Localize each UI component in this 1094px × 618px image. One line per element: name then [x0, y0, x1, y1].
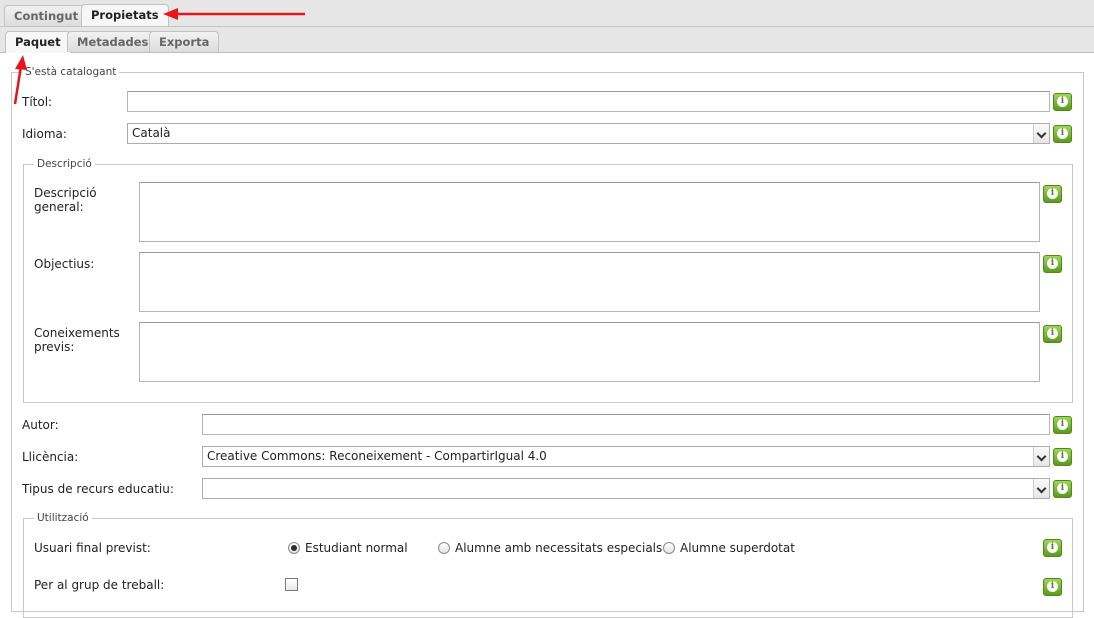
radio-special-needs[interactable]	[438, 542, 450, 554]
general-description-label-line2: general:	[34, 200, 84, 214]
tab-metadades[interactable]: Metadades	[67, 31, 159, 52]
radio-normal-student[interactable]	[288, 542, 300, 554]
tab-exporta[interactable]: Exporta	[149, 31, 220, 52]
general-description-info-icon[interactable]	[1043, 185, 1062, 203]
general-description-textarea[interactable]	[139, 182, 1040, 242]
author-label: Autor:	[22, 418, 59, 432]
prior-knowledge-label-line2: previs:	[34, 340, 75, 354]
objectives-label: Objectius:	[34, 257, 95, 271]
chevron-down-icon	[1033, 479, 1049, 498]
tab-propietats[interactable]: Propietats	[81, 4, 169, 26]
work-group-label: Per al grup de treball:	[34, 578, 165, 592]
title-label: Títol:	[22, 95, 53, 109]
title-input[interactable]	[127, 91, 1050, 112]
description-legend: Descripció	[34, 157, 95, 171]
radio-gifted-label[interactable]: Alumne superdotat	[680, 541, 795, 555]
prior-knowledge-info-icon[interactable]	[1043, 325, 1062, 343]
cataloging-legend: S'està catalogant	[22, 65, 120, 79]
author-info-icon[interactable]	[1053, 416, 1072, 434]
sub-tab-bar: Paquet Metadades Exporta	[0, 27, 1094, 53]
license-select[interactable]: Creative Commons: Reconeixement - Compar…	[202, 446, 1050, 467]
prior-knowledge-textarea[interactable]	[139, 322, 1040, 382]
tab-paquet[interactable]: Paquet	[5, 31, 71, 53]
prior-knowledge-label-line1: Coneixements	[34, 326, 120, 340]
author-input[interactable]	[202, 414, 1050, 435]
intended-user-info-icon[interactable]	[1043, 539, 1062, 557]
top-tab-bar: Contingut Propietats	[0, 0, 1094, 27]
license-label: Llicència:	[22, 450, 79, 464]
chevron-down-icon	[1033, 124, 1049, 143]
license-info-icon[interactable]	[1053, 448, 1072, 466]
chevron-down-icon	[1033, 447, 1049, 466]
language-selected-value: Català	[132, 126, 171, 140]
resource-type-label: Tipus de recurs educatiu:	[22, 482, 174, 496]
work-group-checkbox[interactable]	[285, 578, 298, 591]
license-selected-value: Creative Commons: Reconeixement - Compar…	[207, 449, 547, 463]
general-description-label-line1: Descripció	[34, 186, 97, 200]
work-group-info-icon[interactable]	[1043, 578, 1062, 596]
language-select[interactable]: Català	[127, 123, 1050, 144]
tab-contingut[interactable]: Contingut	[4, 5, 89, 26]
resource-type-info-icon[interactable]	[1053, 480, 1072, 498]
resource-type-select[interactable]	[202, 478, 1050, 499]
radio-normal-student-label[interactable]: Estudiant normal	[305, 541, 408, 555]
radio-gifted[interactable]	[663, 542, 675, 554]
objectives-info-icon[interactable]	[1043, 255, 1062, 273]
objectives-textarea[interactable]	[139, 252, 1040, 312]
usage-fieldset: Utilització	[23, 511, 1073, 618]
language-info-icon[interactable]	[1053, 125, 1072, 143]
radio-special-needs-label[interactable]: Alumne amb necessitats especials	[455, 541, 662, 555]
title-info-icon[interactable]	[1053, 93, 1072, 111]
usage-legend: Utilització	[34, 511, 92, 525]
language-label: Idioma:	[22, 127, 67, 141]
intended-user-label: Usuari final previst:	[34, 541, 151, 555]
